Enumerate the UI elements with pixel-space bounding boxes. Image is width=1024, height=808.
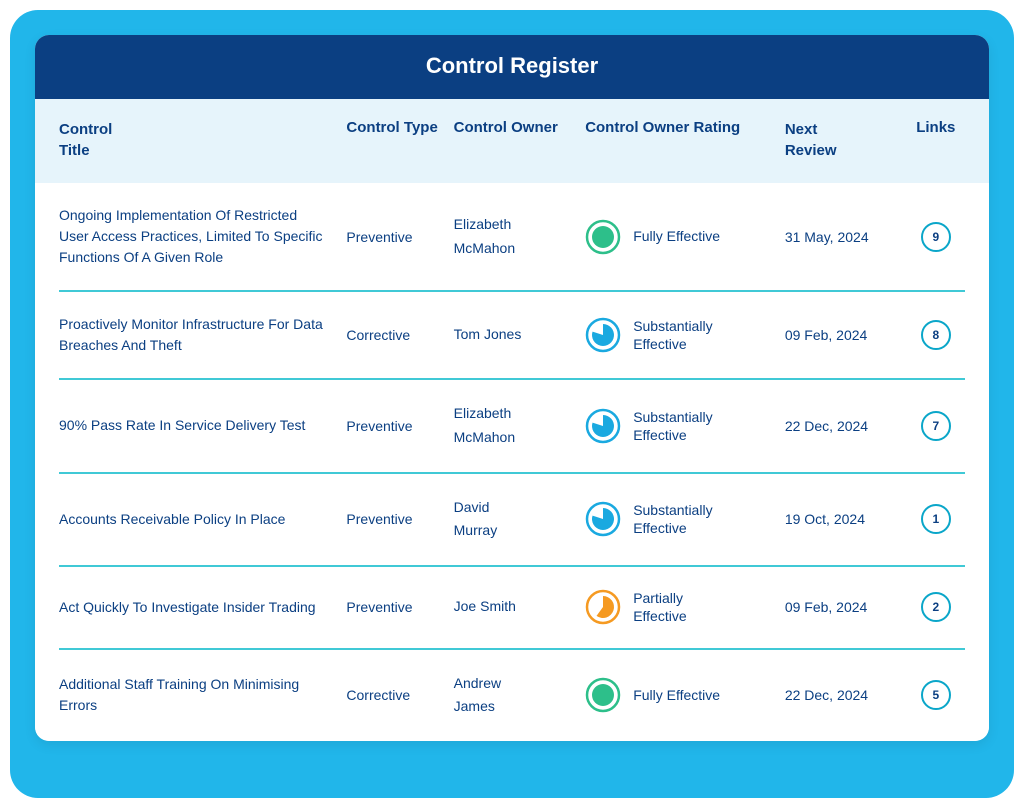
- row-divider: [59, 565, 965, 567]
- table-header: Control Title Control Type Control Owner…: [35, 99, 989, 183]
- cell-title: 90% Pass Rate In Service Delivery Test: [59, 415, 346, 436]
- row-divider: [59, 290, 965, 292]
- links-count-badge[interactable]: 1: [921, 504, 951, 534]
- cell-review: 22 Dec, 2024: [785, 687, 907, 703]
- cell-title: Accounts Receivable Policy In Place: [59, 509, 346, 530]
- table-row[interactable]: Additional Staff Training On Minimising …: [59, 650, 965, 742]
- links-count-badge[interactable]: 8: [921, 320, 951, 350]
- cell-type: Corrective: [346, 687, 453, 703]
- cell-type: Preventive: [346, 511, 453, 527]
- rating-icon: [585, 589, 621, 625]
- control-register-card: Control Register Control Title Control T…: [35, 35, 989, 741]
- col-header-links: Links: [907, 119, 965, 136]
- cell-review: 19 Oct, 2024: [785, 511, 907, 527]
- cell-owner: Joe Smith: [454, 595, 586, 619]
- cell-owner: DavidMurray: [454, 496, 586, 544]
- cell-type: Corrective: [346, 327, 453, 343]
- cell-links: 7: [907, 411, 965, 441]
- row-divider: [59, 472, 965, 474]
- rating-label: SubstantiallyEffective: [633, 501, 712, 537]
- table-row[interactable]: Ongoing Implementation Of Restricted Use…: [59, 183, 965, 290]
- cell-rating: Fully Effective: [585, 677, 785, 713]
- col-header-rating: Control Owner Rating: [585, 119, 785, 136]
- cell-rating: PartiallyEffective: [585, 589, 785, 625]
- full-effective-icon: [585, 219, 621, 255]
- cell-links: 9: [907, 222, 965, 252]
- cell-owner: ElizabethMcMahon: [454, 402, 586, 450]
- rating-icon: [585, 408, 621, 444]
- links-count-badge[interactable]: 9: [921, 222, 951, 252]
- table-row[interactable]: Proactively Monitor Infrastructure For D…: [59, 292, 965, 378]
- col-header-review: Next Review: [785, 119, 907, 161]
- cell-type: Preventive: [346, 418, 453, 434]
- cell-rating: Fully Effective: [585, 219, 785, 255]
- cell-links: 5: [907, 680, 965, 710]
- col-header-review-l1: Next: [785, 119, 897, 140]
- cell-title: Act Quickly To Investigate Insider Tradi…: [59, 597, 346, 618]
- cell-title: Additional Staff Training On Minimising …: [59, 674, 346, 716]
- cell-rating: SubstantiallyEffective: [585, 317, 785, 353]
- col-header-owner: Control Owner: [454, 119, 586, 136]
- col-header-title-l1: Control: [59, 119, 326, 140]
- cell-owner: ElizabethMcMahon: [454, 213, 586, 261]
- rating-label: SubstantiallyEffective: [633, 408, 712, 444]
- partially-effective-icon: [585, 589, 621, 625]
- table-row[interactable]: Accounts Receivable Policy In Place Prev…: [59, 474, 965, 566]
- full-effective-icon: [585, 677, 621, 713]
- cell-links: 1: [907, 504, 965, 534]
- table-row[interactable]: Act Quickly To Investigate Insider Tradi…: [59, 567, 965, 647]
- substantially-effective-icon: [585, 501, 621, 537]
- col-header-review-l2: Review: [785, 140, 897, 161]
- row-divider: [59, 648, 965, 650]
- rating-icon: [585, 501, 621, 537]
- substantially-effective-icon: [585, 317, 621, 353]
- cell-type: Preventive: [346, 599, 453, 615]
- row-divider: [59, 378, 965, 380]
- rating-label: Fully Effective: [633, 227, 720, 245]
- cell-review: 22 Dec, 2024: [785, 418, 907, 434]
- rating-label: Fully Effective: [633, 686, 720, 704]
- col-header-type: Control Type: [346, 119, 453, 136]
- cell-review: 31 May, 2024: [785, 229, 907, 245]
- cell-title: Ongoing Implementation Of Restricted Use…: [59, 205, 346, 268]
- cell-rating: SubstantiallyEffective: [585, 408, 785, 444]
- cell-owner: Tom Jones: [454, 323, 586, 347]
- rating-label: SubstantiallyEffective: [633, 317, 712, 353]
- cell-title: Proactively Monitor Infrastructure For D…: [59, 314, 346, 356]
- cell-review: 09 Feb, 2024: [785, 327, 907, 343]
- cell-links: 8: [907, 320, 965, 350]
- links-count-badge[interactable]: 7: [921, 411, 951, 441]
- table-body: Ongoing Implementation Of Restricted Use…: [35, 183, 989, 741]
- rating-icon: [585, 219, 621, 255]
- rating-icon: [585, 317, 621, 353]
- col-header-title: Control Title: [59, 119, 346, 161]
- cell-review: 09 Feb, 2024: [785, 599, 907, 615]
- cell-rating: SubstantiallyEffective: [585, 501, 785, 537]
- links-count-badge[interactable]: 2: [921, 592, 951, 622]
- col-header-title-l2: Title: [59, 140, 326, 161]
- links-count-badge[interactable]: 5: [921, 680, 951, 710]
- app-background: Control Register Control Title Control T…: [10, 10, 1014, 798]
- substantially-effective-icon: [585, 408, 621, 444]
- table-row[interactable]: 90% Pass Rate In Service Delivery Test P…: [59, 380, 965, 472]
- rating-icon: [585, 677, 621, 713]
- cell-owner: AndrewJames: [454, 672, 586, 720]
- cell-type: Preventive: [346, 229, 453, 245]
- rating-label: PartiallyEffective: [633, 589, 686, 625]
- cell-links: 2: [907, 592, 965, 622]
- card-title: Control Register: [35, 35, 989, 99]
